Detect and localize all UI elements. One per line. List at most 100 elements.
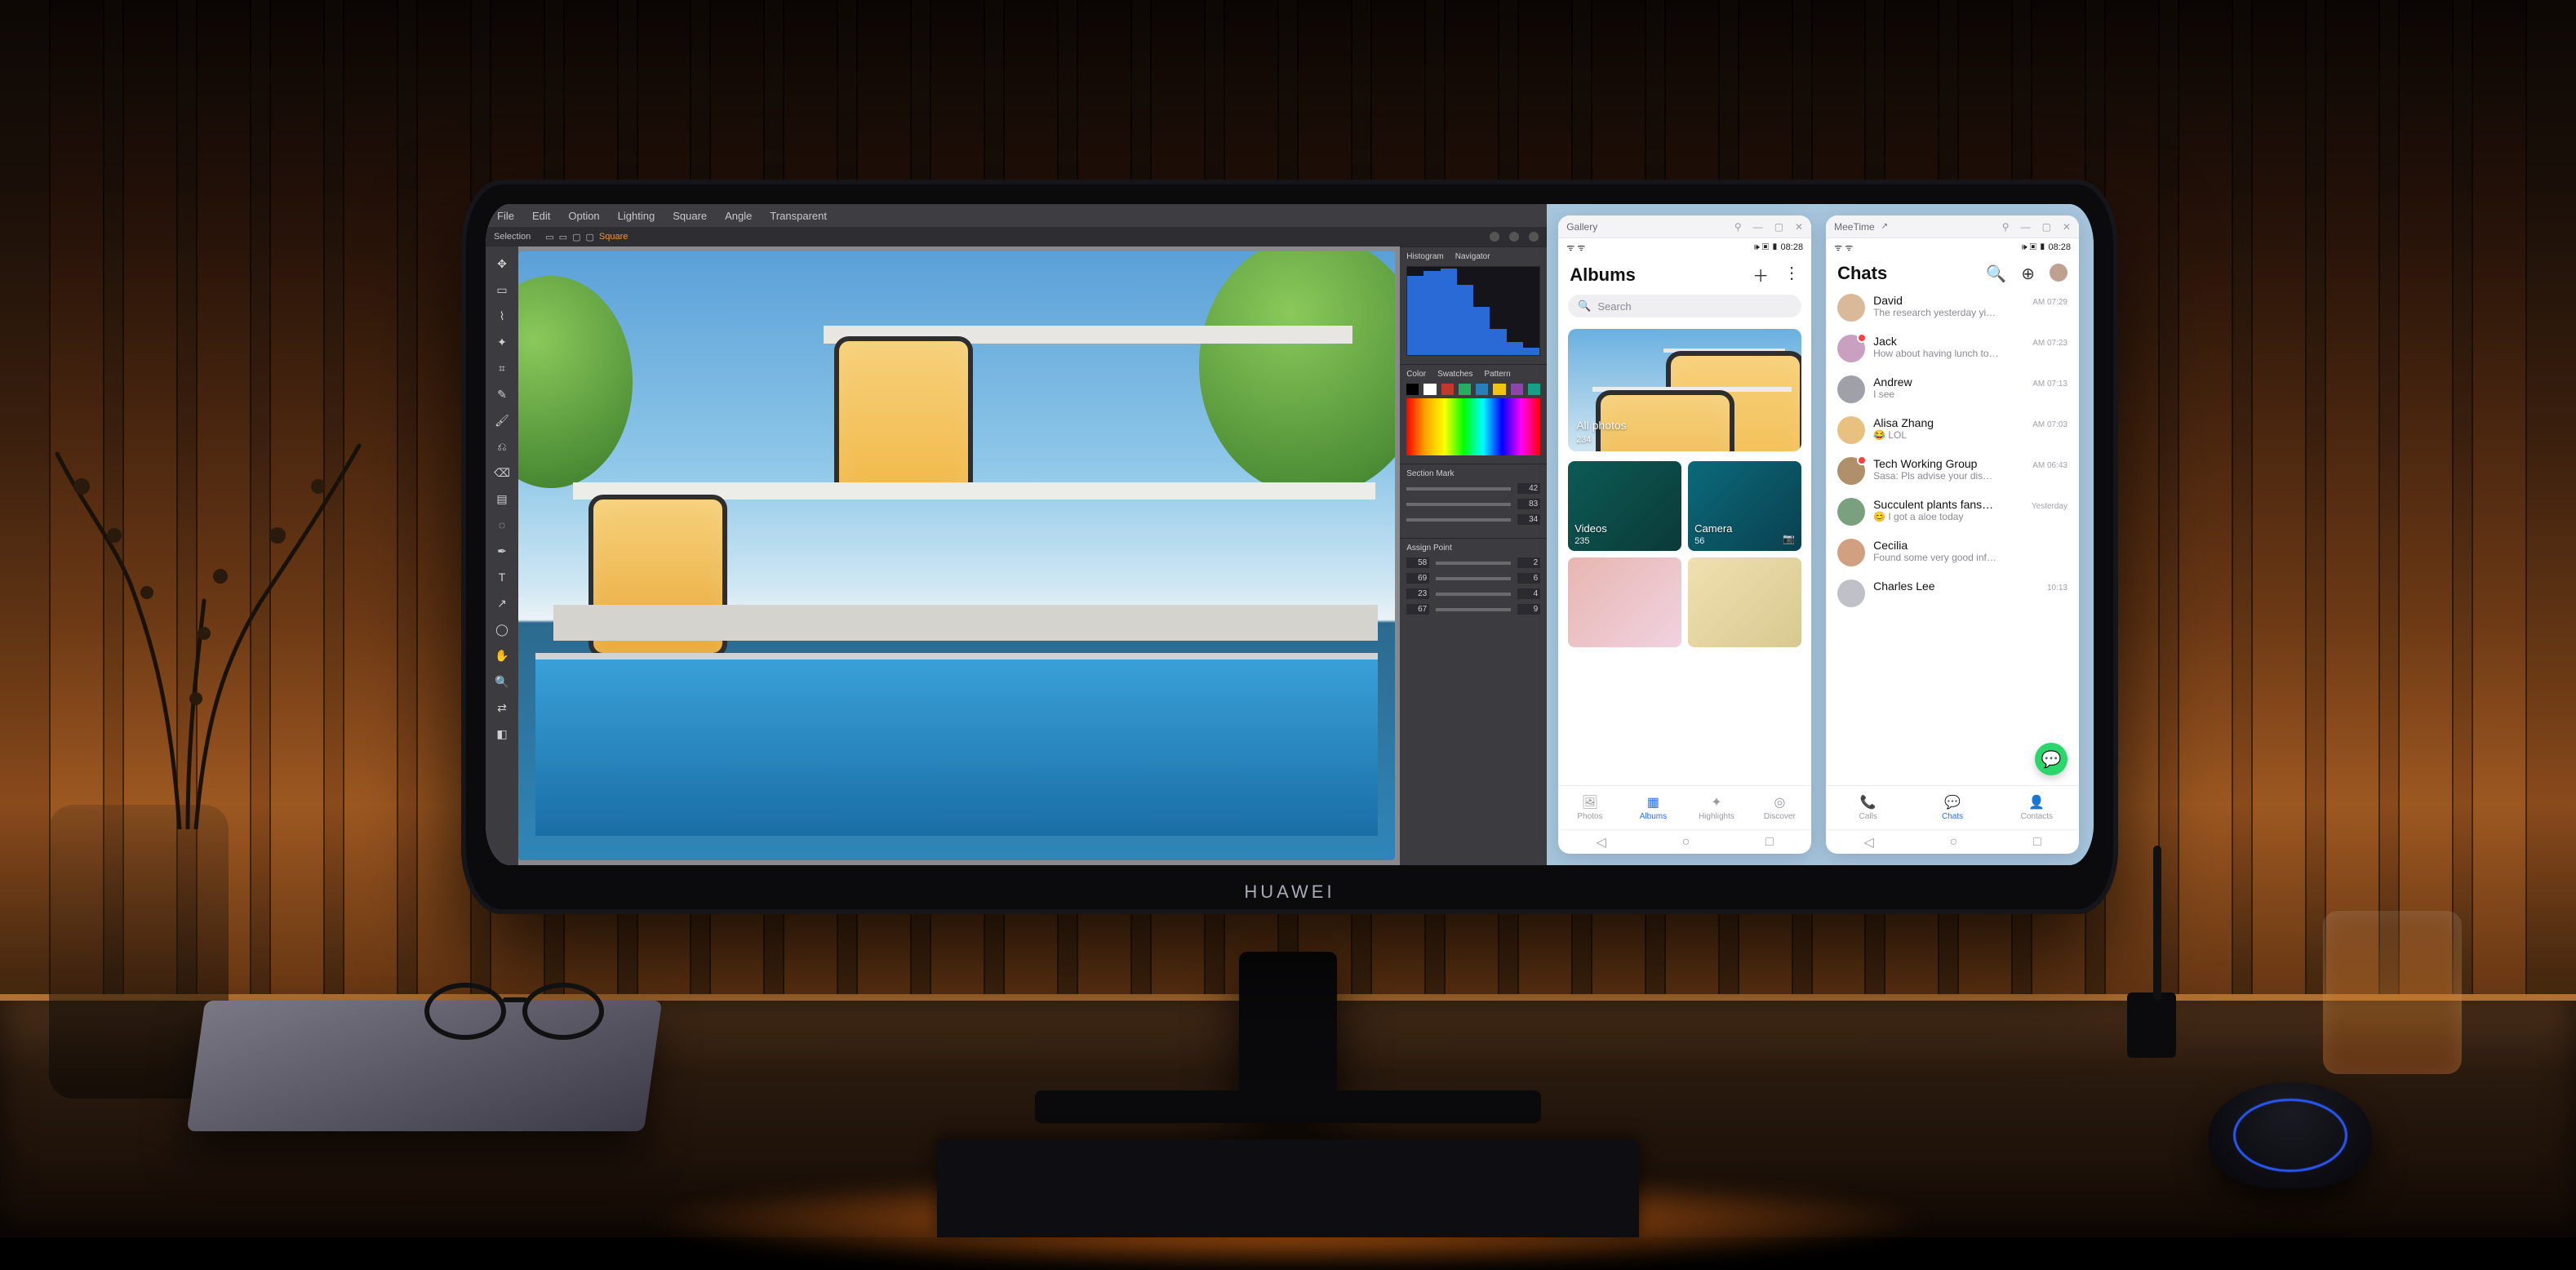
tab-color[interactable]: Color: [1406, 370, 1426, 379]
lasso-tool-icon[interactable]: ⌇: [493, 307, 511, 325]
opt-icon[interactable]: ▭: [545, 232, 553, 242]
minimize-icon[interactable]: —: [2021, 221, 2031, 233]
android-navbar[interactable]: ◁ ○ □: [1558, 829, 1811, 854]
text-tool-icon[interactable]: T: [493, 568, 511, 586]
pin-icon[interactable]: ⚲: [1734, 221, 1742, 233]
chat-item[interactable]: CeciliaFound some very good inf…: [1826, 532, 2079, 573]
swatch[interactable]: [1476, 384, 1488, 395]
tab-swatches[interactable]: Swatches: [1437, 370, 1472, 379]
close-icon[interactable]: ✕: [2063, 221, 2071, 233]
back-icon[interactable]: ◁: [1863, 834, 1873, 850]
stamp-tool-icon[interactable]: ⎌: [493, 437, 511, 455]
minimize-icon[interactable]: —: [1753, 221, 1763, 233]
chat-item[interactable]: Succulent plants fans…Yesterday😊 I got a…: [1826, 491, 2079, 532]
color-spectrum[interactable]: [1406, 398, 1540, 455]
more-icon[interactable]: ⋮: [1783, 263, 1800, 286]
album-all-photos[interactable]: All photos 234: [1568, 329, 1801, 451]
maximize-icon[interactable]: ▢: [1774, 221, 1783, 233]
chat-list[interactable]: DavidAM 07:29The research yesterday yi…J…: [1826, 287, 2079, 785]
brush-tool-icon[interactable]: 🖌: [493, 411, 511, 429]
marquee-tool-icon[interactable]: ▭: [493, 281, 511, 299]
tab-pattern[interactable]: Pattern: [1484, 370, 1510, 379]
panel-swatches[interactable]: Color Swatches Pattern: [1400, 364, 1547, 464]
tab-contacts[interactable]: 👤Contacts: [1995, 786, 2079, 829]
home-icon[interactable]: ○: [1950, 835, 1958, 850]
new-chat-fab[interactable]: 💬: [2035, 743, 2067, 775]
album-tile[interactable]: [1568, 557, 1681, 647]
tab-highlights[interactable]: ✦Highlights: [1685, 786, 1748, 829]
swatch[interactable]: [1493, 384, 1505, 395]
slider[interactable]: [1436, 562, 1511, 565]
menu-transparent[interactable]: Transparent: [770, 210, 827, 222]
add-icon[interactable]: ⊕: [2021, 264, 2035, 284]
wand-tool-icon[interactable]: ✦: [493, 333, 511, 351]
chat-item[interactable]: Charles Lee10:13: [1826, 573, 2079, 614]
menu-option[interactable]: Option: [568, 210, 599, 222]
pen-tool-icon[interactable]: ✒: [493, 542, 511, 560]
menu-angle[interactable]: Angle: [725, 210, 752, 222]
path-tool-icon[interactable]: ↗: [493, 594, 511, 612]
slider[interactable]: [1436, 608, 1511, 611]
slider[interactable]: [1436, 593, 1511, 596]
editor-canvas[interactable]: [518, 246, 1400, 865]
panel-assign-point[interactable]: Assign Point 582696234679: [1400, 538, 1547, 628]
album-tile[interactable]: Videos235: [1568, 461, 1681, 551]
opt-icon[interactable]: ▢: [585, 232, 593, 242]
editor-optionsbar[interactable]: Selection ▭ ▭ ▢ ▢ Square: [486, 227, 1547, 246]
window-titlebar[interactable]: MeeTime ↗ ⚲ — ▢ ✕: [1826, 215, 2079, 238]
opt-icon[interactable]: ▭: [559, 232, 567, 242]
swatch[interactable]: [1441, 384, 1454, 395]
panel-histogram[interactable]: Histogram Navigator: [1400, 246, 1547, 364]
recent-icon[interactable]: □: [1765, 835, 1774, 850]
editor-tool-palette[interactable]: ✥▭⌇✦⌗✎🖌⎌⌫▤◌✒T↗◯✋🔍⇄◧: [486, 246, 518, 865]
meetime-tabbar[interactable]: 📞Calls💬Chats👤Contacts: [1826, 785, 2079, 829]
shape-tool-icon[interactable]: ◯: [493, 620, 511, 638]
tab-photos[interactable]: 🖼Photos: [1558, 786, 1621, 829]
panel-section-mark[interactable]: Section Mark 428334: [1400, 464, 1547, 538]
slider[interactable]: [1406, 487, 1511, 491]
editor-menubar[interactable]: FileEditOptionLightingSquareAngleTranspa…: [486, 204, 1547, 227]
menu-square[interactable]: Square: [673, 210, 707, 222]
slider[interactable]: [1436, 577, 1511, 580]
slider[interactable]: [1406, 518, 1511, 522]
pin-icon[interactable]: ⚲: [2002, 221, 2010, 233]
search-icon[interactable]: 🔍: [1986, 264, 2006, 284]
menu-lighting[interactable]: Lighting: [618, 210, 655, 222]
swatch[interactable]: [1511, 384, 1523, 395]
add-icon[interactable]: ＋: [1752, 263, 1769, 286]
blur-tool-icon[interactable]: ◌: [493, 516, 511, 534]
album-tile[interactable]: Camera56📷: [1688, 461, 1801, 551]
swatch[interactable]: [1423, 384, 1436, 395]
gradient-tool-icon[interactable]: ▤: [493, 490, 511, 508]
swap-tool-icon[interactable]: ⇄: [493, 699, 511, 717]
album-tile[interactable]: [1688, 557, 1801, 647]
zoom-tool-icon[interactable]: 🔍: [493, 673, 511, 691]
window-titlebar[interactable]: Gallery ⚲ — ▢ ✕: [1558, 215, 1811, 238]
slider[interactable]: [1406, 503, 1511, 506]
move-tool-icon[interactable]: ✥: [493, 255, 511, 273]
tab-chats[interactable]: 💬Chats: [1910, 786, 1994, 829]
menu-edit[interactable]: Edit: [532, 210, 550, 222]
android-navbar[interactable]: ◁ ○ □: [1826, 829, 2079, 854]
tab-navigator[interactable]: Navigator: [1455, 252, 1490, 261]
gallery-search[interactable]: 🔍 Search: [1568, 295, 1801, 318]
hand-tool-icon[interactable]: ✋: [493, 646, 511, 664]
chat-item[interactable]: AndrewAM 07:13I see: [1826, 369, 2079, 410]
chat-item[interactable]: Alisa ZhangAM 07:03😂 LOL: [1826, 410, 2079, 451]
crop-tool-icon[interactable]: ⌗: [493, 359, 511, 377]
swatch[interactable]: [1459, 384, 1471, 395]
window-controls[interactable]: [1490, 232, 1539, 242]
recent-icon[interactable]: □: [2033, 835, 2041, 850]
gallery-tabbar[interactable]: 🖼Photos▦Albums✦Highlights◎Discover: [1558, 785, 1811, 829]
tab-calls[interactable]: 📞Calls: [1826, 786, 1910, 829]
swatch[interactable]: [1528, 384, 1540, 395]
chat-item[interactable]: Tech Working GroupAM 06:43Sasa: Pls advi…: [1826, 451, 2079, 491]
back-icon[interactable]: ◁: [1597, 834, 1606, 850]
tab-discover[interactable]: ◎Discover: [1748, 786, 1811, 829]
swatch[interactable]: [1406, 384, 1419, 395]
chat-item[interactable]: DavidAM 07:29The research yesterday yi…: [1826, 287, 2079, 328]
eyedrop-tool-icon[interactable]: ✎: [493, 385, 511, 403]
tab-histogram[interactable]: Histogram: [1406, 252, 1444, 261]
avatar-icon[interactable]: [2050, 264, 2067, 282]
maximize-icon[interactable]: ▢: [2042, 221, 2051, 233]
